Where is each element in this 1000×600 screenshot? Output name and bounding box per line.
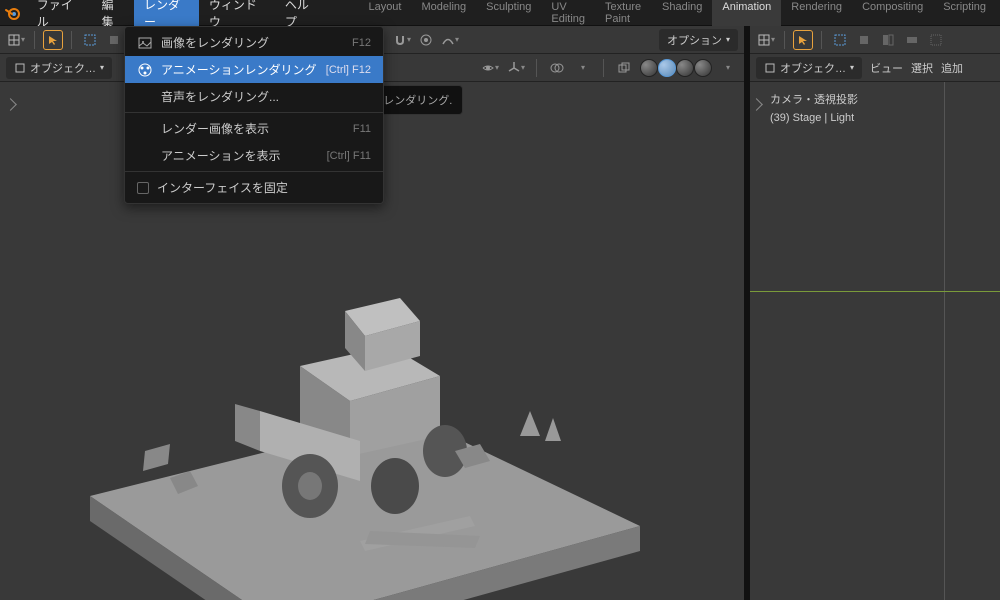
menu-render-image[interactable]: 画像をレンダリング F12 xyxy=(125,29,383,56)
menu-render-animation[interactable]: アニメーションレンダリング [Ctrl] F12 xyxy=(125,56,383,83)
select-rect-icon[interactable] xyxy=(104,30,124,50)
right-second-header: オブジェク…▾ ビュー 選択 追加 xyxy=(750,54,1000,82)
object-mode-icon xyxy=(14,62,26,74)
mode-dropdown[interactable]: オブジェク…▾ xyxy=(6,57,112,79)
menu-item-label: 画像をレンダリング xyxy=(161,34,269,51)
shading-material-icon[interactable] xyxy=(676,59,694,77)
menu-item-label: レンダー画像を表示 xyxy=(161,120,269,137)
image-icon xyxy=(137,35,153,51)
right-viewport-header: ▾ xyxy=(750,26,1000,54)
menu-select[interactable]: 選択 xyxy=(911,60,933,76)
select-c-icon[interactable] xyxy=(902,30,922,50)
menu-separator xyxy=(125,171,383,172)
menu-item-label: アニメーションレンダリング xyxy=(161,61,317,78)
menu-add[interactable]: 追加 xyxy=(941,60,963,76)
camera-info: カメラ・透視投影 xyxy=(770,92,858,110)
menu-separator xyxy=(125,112,383,113)
gizmo-icon[interactable]: ▾ xyxy=(506,58,526,78)
menu-item-shortcut: F12 xyxy=(352,37,371,49)
shading-mode-group xyxy=(640,59,712,77)
overlay-toggle-icon[interactable] xyxy=(547,58,567,78)
separator xyxy=(34,31,35,49)
separator xyxy=(821,31,822,49)
separator xyxy=(784,31,785,49)
object-info: (39) Stage | Light xyxy=(770,110,858,128)
curve-falloff-icon[interactable]: ▾ xyxy=(440,30,460,50)
menu-item-label: インターフェイスを固定 xyxy=(157,179,288,196)
shading-rendered-icon[interactable] xyxy=(694,59,712,77)
editor-type-icon[interactable]: ▾ xyxy=(756,30,776,50)
menu-lock-interface[interactable]: インターフェイスを固定 xyxy=(125,174,383,201)
menu-item-shortcut: [Ctrl] F11 xyxy=(327,150,371,162)
mode-dropdown[interactable]: オブジェク…▾ xyxy=(756,57,862,79)
menu-item-shortcut: F11 xyxy=(353,123,371,135)
cursor-tool-icon[interactable] xyxy=(43,30,63,50)
blank-icon xyxy=(137,89,153,105)
right-viewport[interactable]: ▾ オブジェク…▾ ビュー 選択 追加 カメラ・透視投影 (39) Stage … xyxy=(750,26,1000,600)
clip-icon xyxy=(137,62,153,78)
select-box-icon[interactable] xyxy=(830,30,850,50)
object-mode-icon xyxy=(764,62,776,74)
select-b-icon[interactable] xyxy=(878,30,898,50)
menu-item-label: 音声をレンダリング... xyxy=(161,88,279,105)
blank-icon xyxy=(137,121,153,137)
options-dropdown[interactable]: オプション▾ xyxy=(659,29,738,51)
render-dropdown-menu: 画像をレンダリング F12 アニメーションレンダリング [Ctrl] F12 音… xyxy=(124,26,384,204)
editor-type-icon[interactable]: ▾ xyxy=(6,30,26,50)
overlay-dropdown-icon[interactable]: ▾ xyxy=(573,58,593,78)
separator xyxy=(71,31,72,49)
shading-dropdown-icon[interactable]: ▾ xyxy=(718,58,738,78)
menu-view[interactable]: ビュー xyxy=(870,60,903,76)
snap-magnet-icon[interactable]: ▾ xyxy=(392,30,412,50)
select-box-icon[interactable] xyxy=(80,30,100,50)
top-menu-bar: ファイル 編集 レンダー ウィンドウ ヘルプ Layout Modeling S… xyxy=(0,0,1000,26)
shading-solid-icon[interactable] xyxy=(658,59,676,77)
cursor-tool-icon[interactable] xyxy=(793,30,813,50)
shading-wireframe-icon[interactable] xyxy=(640,59,658,77)
viewport-scene xyxy=(50,256,670,600)
checkbox-icon xyxy=(137,182,149,194)
menu-view-render[interactable]: レンダー画像を表示 F11 xyxy=(125,115,383,142)
menu-item-shortcut: [Ctrl] F12 xyxy=(326,64,371,76)
select-a-icon[interactable] xyxy=(854,30,874,50)
menu-render-audio[interactable]: 音声をレンダリング... xyxy=(125,83,383,110)
grid-line xyxy=(944,82,945,600)
proportional-icon[interactable] xyxy=(416,30,436,50)
blender-logo-icon[interactable] xyxy=(4,4,21,22)
xray-icon[interactable] xyxy=(614,58,634,78)
menu-view-animation[interactable]: アニメーションを表示 [Ctrl] F11 xyxy=(125,142,383,169)
viewport-info-overlay: カメラ・透視投影 (39) Stage | Light xyxy=(770,92,858,127)
blank-icon xyxy=(137,148,153,164)
separator xyxy=(603,59,604,77)
grid-line xyxy=(750,291,1000,292)
select-d-icon[interactable] xyxy=(926,30,946,50)
menu-item-label: アニメーションを表示 xyxy=(161,147,281,164)
visibility-icon[interactable]: ▾ xyxy=(480,58,500,78)
separator xyxy=(536,59,537,77)
